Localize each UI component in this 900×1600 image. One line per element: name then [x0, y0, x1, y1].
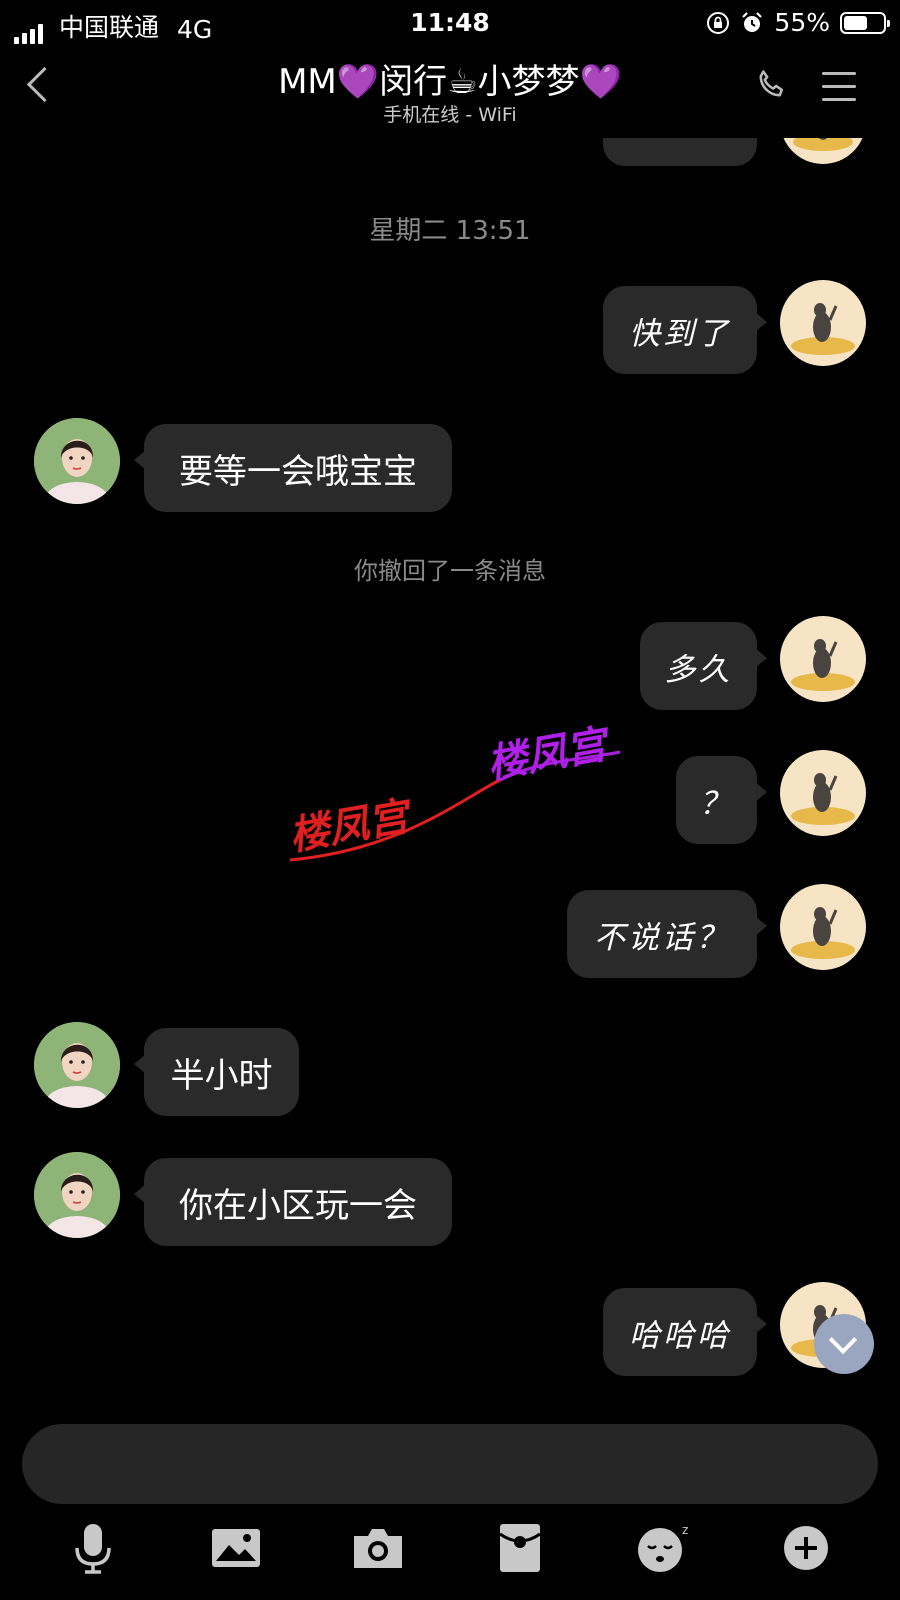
chat-header: MM💜闵行☕小梦梦💜 手机在线 - WiFi	[0, 46, 900, 138]
alarm-icon	[742, 11, 763, 32]
camera-icon[interactable]	[350, 1520, 406, 1576]
message-text: 半小时	[170, 1055, 273, 1096]
message-text: 快到了	[629, 315, 731, 352]
message-text: 要等一会哦宝宝	[179, 451, 417, 492]
my-avatar[interactable]	[780, 616, 866, 702]
contact-avatar[interactable]	[34, 1022, 120, 1108]
my-avatar[interactable]	[780, 750, 866, 836]
timestamp: 星期二 13:51	[369, 216, 531, 246]
message-text: 你在小区玩一会	[179, 1185, 417, 1226]
message-bubble[interactable]: 快到了	[603, 286, 767, 374]
status-right: 55%	[706, 8, 890, 37]
battery-icon	[840, 11, 890, 34]
message-text: 多久	[664, 651, 733, 688]
rotation-lock-icon	[707, 11, 730, 34]
status-bar: 中国联通 4G 11:48 55%	[0, 0, 900, 46]
scroll-down-button[interactable]	[814, 1314, 874, 1374]
input-toolbar: z	[0, 1520, 900, 1580]
message-bubble[interactable]	[603, 138, 757, 166]
emoji-icon[interactable]: z	[636, 1520, 692, 1576]
message-bubble[interactable]: 半小时	[134, 1028, 299, 1116]
phone-icon[interactable]	[754, 68, 788, 102]
message-text: 不说话？	[594, 919, 730, 956]
svg-text:z: z	[682, 1523, 688, 1537]
plus-icon[interactable]	[778, 1520, 834, 1576]
my-avatar[interactable]	[780, 280, 866, 366]
contact-avatar[interactable]	[34, 418, 120, 504]
battery-percent: 55%	[774, 8, 830, 37]
message-text: ？	[699, 785, 734, 822]
message-bubble[interactable]: 你在小区玩一会	[134, 1158, 452, 1246]
message-bubble[interactable]: 要等一会哦宝宝	[134, 424, 452, 512]
menu-icon[interactable]	[822, 72, 856, 111]
message-text: 哈哈哈	[629, 1317, 731, 1354]
message-bubble[interactable]: 哈哈哈	[603, 1288, 767, 1376]
mic-icon[interactable]	[65, 1520, 121, 1576]
message-bubble[interactable]: ？	[676, 756, 767, 844]
image-icon[interactable]	[208, 1520, 264, 1576]
contact-avatar[interactable]	[34, 1152, 120, 1238]
red-packet-icon[interactable]	[492, 1520, 548, 1576]
message-bubble[interactable]: 多久	[640, 622, 767, 710]
recall-notice: 你撤回了一条消息	[354, 557, 546, 585]
my-avatar[interactable]	[780, 138, 866, 164]
my-avatar[interactable]	[780, 884, 866, 970]
online-status: 手机在线 - WiFi	[383, 104, 517, 126]
message-input[interactable]	[22, 1424, 878, 1504]
watermark: 楼凤宫 楼凤宫	[286, 721, 621, 862]
watermark-text-purple: 楼凤宫	[484, 721, 615, 788]
message-bubble[interactable]: 不说话？	[567, 890, 767, 978]
